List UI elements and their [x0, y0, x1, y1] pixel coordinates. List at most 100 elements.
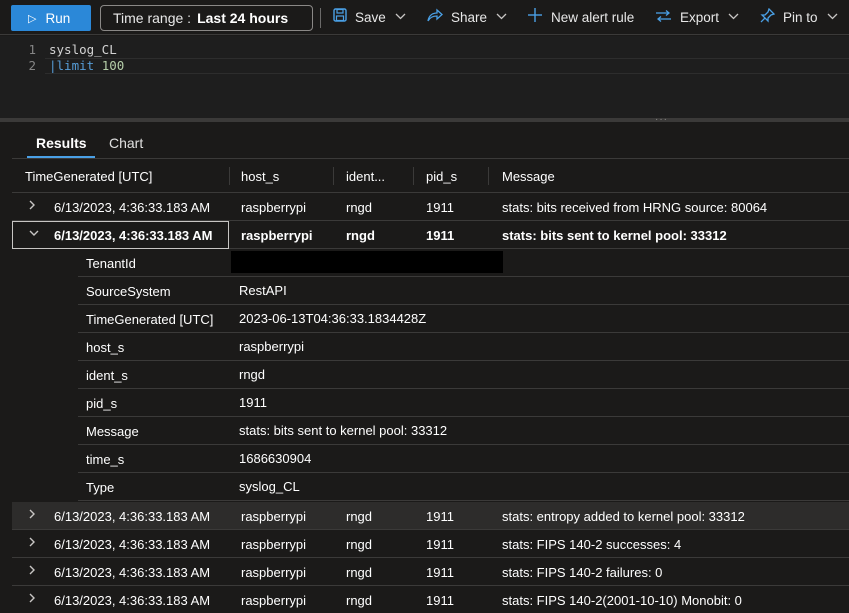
detail-key: host_s — [86, 340, 125, 355]
chevron-right-icon[interactable] — [28, 508, 36, 523]
table-row[interactable]: 6/13/2023, 4:36:33.183 AM raspberrypi rn… — [12, 502, 849, 530]
chevron-down-icon — [496, 11, 507, 23]
play-icon: ▷ — [28, 12, 37, 25]
cell-pid: 1911 — [426, 200, 454, 215]
new-alert-rule-label: New alert rule — [551, 9, 635, 25]
detail-value: rngd — [239, 367, 266, 382]
column-resizer[interactable] — [488, 167, 489, 185]
cell-message: stats: bits received from HRNG source: 8… — [502, 200, 768, 215]
grid-header: TimeGenerated [UTC] host_s ident... pid_… — [12, 159, 849, 193]
detail-key: time_s — [86, 452, 125, 467]
chevron-down-icon — [827, 11, 838, 23]
cell-message: stats: FIPS 140-2(2001-10-10) Monobit: 0 — [502, 593, 742, 608]
cell-host: raspberrypi — [241, 509, 307, 524]
share-label: Share — [451, 9, 488, 25]
pin-to-label: Pin to — [783, 9, 818, 25]
redacted-value — [231, 251, 503, 273]
chevron-down-icon — [395, 11, 406, 23]
cell-time: 6/13/2023, 4:36:33.183 AM — [54, 565, 211, 580]
pin-icon — [760, 7, 776, 27]
column-header-timegenerated[interactable]: TimeGenerated [UTC] — [25, 169, 152, 184]
cell-ident: rngd — [346, 537, 373, 552]
detail-row: SourceSystem RestAPI — [78, 277, 849, 305]
tab-chart[interactable]: Chart — [109, 135, 143, 151]
column-resizer[interactable] — [413, 167, 414, 185]
detail-value: raspberrypi — [239, 339, 305, 354]
share-button[interactable]: Share — [427, 4, 507, 30]
time-range-button[interactable]: Time range : Last 24 hours — [100, 5, 313, 31]
cell-time: 6/13/2023, 4:36:33.183 AM — [54, 509, 211, 524]
detail-row: Type syslog_CL — [78, 473, 849, 501]
column-resizer[interactable] — [229, 167, 230, 185]
detail-row-tenantid: TenantId — [78, 249, 849, 277]
column-header-ident[interactable]: ident... — [346, 169, 385, 184]
detail-row: host_s raspberrypi — [78, 333, 849, 361]
tab-results[interactable]: Results — [36, 135, 87, 151]
table-row[interactable]: 6/13/2023, 4:36:33.183 AM raspberrypi rn… — [12, 530, 849, 558]
cell-pid: 1911 — [426, 509, 454, 524]
table-row[interactable]: 6/13/2023, 4:36:33.183 AM raspberrypi rn… — [12, 586, 849, 613]
cell-pid: 1911 — [426, 593, 454, 608]
detail-value: stats: bits sent to kernel pool: 33312 — [239, 423, 448, 438]
run-button[interactable]: ▷ Run — [11, 5, 91, 31]
save-label: Save — [355, 9, 386, 25]
detail-row: TimeGenerated [UTC] 2023-06-13T04:36:33.… — [78, 305, 849, 333]
pin-to-button[interactable]: Pin to — [760, 4, 838, 30]
detail-key: TenantId — [86, 256, 136, 271]
share-icon — [427, 8, 443, 26]
cell-host: raspberrypi — [241, 228, 313, 243]
column-header-pid[interactable]: pid_s — [426, 169, 457, 184]
export-label: Export — [680, 9, 720, 25]
detail-key: Message — [86, 424, 139, 439]
detail-row: ident_s rngd — [78, 361, 849, 389]
pipe-operator: | — [49, 58, 57, 73]
cell-host: raspberrypi — [241, 537, 307, 552]
query-line-2[interactable]: |limit 100 — [49, 58, 124, 73]
cell-message: stats: FIPS 140-2 successes: 4 — [502, 537, 682, 552]
new-alert-rule-button[interactable]: New alert rule — [527, 4, 634, 30]
detail-value: syslog_CL — [239, 479, 300, 494]
cell-ident: rngd — [346, 509, 373, 524]
plus-icon — [527, 7, 543, 27]
detail-value: 2023-06-13T04:36:33.1834428Z — [239, 311, 427, 326]
column-header-message[interactable]: Message — [502, 169, 555, 184]
save-button[interactable]: Save — [333, 4, 406, 30]
chevron-right-icon[interactable] — [28, 564, 36, 579]
detail-key: pid_s — [86, 396, 118, 411]
detail-key: ident_s — [86, 368, 128, 383]
run-label: Run — [45, 10, 71, 26]
table-row[interactable]: 6/13/2023, 4:36:33.183 AM raspberrypi rn… — [12, 558, 849, 586]
cell-pid: 1911 — [426, 537, 454, 552]
table-row[interactable]: 6/13/2023, 4:36:33.183 AM raspberrypi rn… — [12, 193, 849, 221]
table-row-expanded[interactable]: 6/13/2023, 4:36:33.183 AM raspberrypi rn… — [12, 221, 849, 249]
query-line-1[interactable]: syslog_CL — [49, 42, 117, 57]
chevron-down-icon[interactable] — [28, 227, 40, 242]
column-resizer[interactable] — [333, 167, 334, 185]
export-button[interactable]: Export — [655, 4, 739, 30]
cell-ident: rngd — [346, 593, 373, 608]
limit-value: 100 — [101, 58, 125, 73]
cell-time: 6/13/2023, 4:36:33.183 AM — [54, 537, 211, 552]
cell-host: raspberrypi — [241, 593, 307, 608]
toolbar: ▷ Run Time range : Last 24 hours Save Sh… — [0, 0, 849, 35]
detail-key: Type — [86, 480, 115, 495]
chevron-right-icon[interactable] — [28, 592, 36, 607]
line-number: 1 — [28, 42, 36, 57]
cell-time: 6/13/2023, 4:36:33.183 AM — [54, 200, 211, 215]
cell-ident: rngd — [346, 200, 373, 215]
detail-value: 1911 — [239, 395, 267, 410]
chevron-right-icon[interactable] — [28, 199, 36, 214]
cell-ident: rngd — [346, 228, 375, 243]
detail-key: SourceSystem — [86, 284, 171, 299]
cell-host: raspberrypi — [241, 565, 307, 580]
chevron-right-icon[interactable] — [28, 536, 36, 551]
save-icon — [333, 8, 347, 26]
cell-message: stats: entropy added to kernel pool: 333… — [502, 509, 745, 524]
time-range-value: Last 24 hours — [197, 10, 289, 26]
chevron-down-icon — [728, 11, 739, 23]
limit-keyword: limit — [56, 58, 95, 73]
column-header-host[interactable]: host_s — [241, 169, 279, 184]
query-editor[interactable]: 1 syslog_CL 2 |limit 100 — [0, 36, 849, 118]
detail-row: time_s 1686630904 — [78, 445, 849, 473]
detail-key: TimeGenerated [UTC] — [86, 312, 214, 327]
